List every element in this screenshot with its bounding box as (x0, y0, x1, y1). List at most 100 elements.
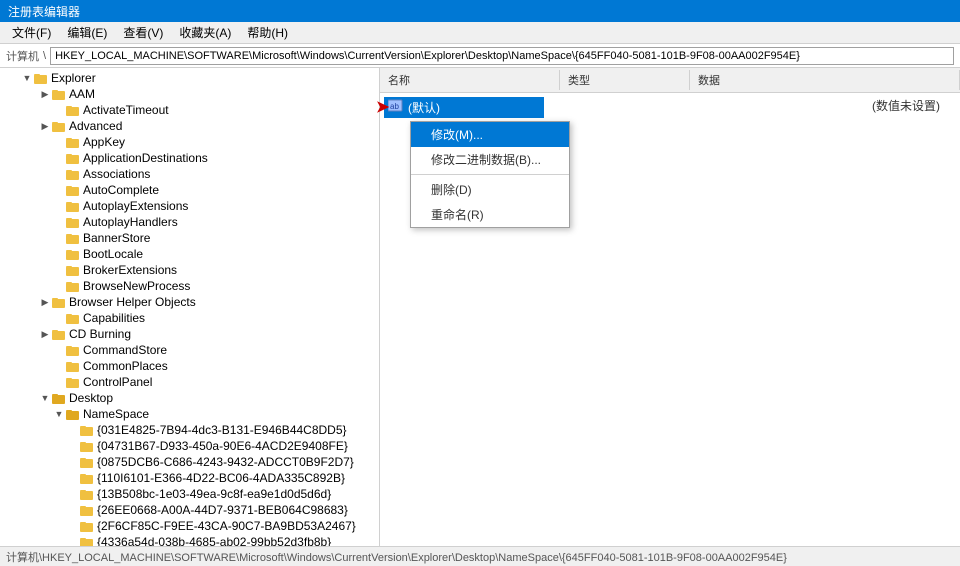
folder-icon-Explorer (34, 72, 48, 84)
tree-item-ns7[interactable]: {2F6CF85C-F9EE-43CA-90C7-BA9BD53A2467} (0, 518, 379, 534)
folder-icon-Capabilities (66, 312, 80, 324)
tree-label-Explorer: Explorer (51, 71, 96, 85)
expand-icon-BrowserHelper[interactable]: ▶ (38, 295, 52, 309)
menu-favorites[interactable]: 收藏夹(A) (171, 22, 239, 43)
tree-item-Capabilities[interactable]: Capabilities (0, 310, 379, 326)
tree-label-ns4: {110I6101-E366-4D22-BC06-4ADA335C892B} (97, 471, 345, 485)
tree-item-BrowseNewProcess[interactable]: BrowseNewProcess (0, 278, 379, 294)
tree-label-CDBurning: CD Burning (69, 327, 131, 341)
tree-item-ns1[interactable]: {031E4825-7B94-4dc3-B131-E946B44C8DD5} (0, 422, 379, 438)
address-label: 计算机 (6, 48, 39, 64)
tree-item-ApplicationDestinations[interactable]: ApplicationDestinations (0, 150, 379, 166)
tree-item-ns2[interactable]: {04731B67-D933-450a-90E6-4ACD2E9408FE} (0, 438, 379, 454)
folder-icon-Assoc (66, 168, 80, 180)
folder-icon-AAM (52, 88, 66, 100)
right-pane: 名称 类型 数据 ➤ ab (默认) (380, 68, 960, 546)
expand-icon-NameSpace[interactable]: ▼ (52, 407, 66, 421)
tree-label-AAM: AAM (69, 87, 95, 101)
title-text: 注册表编辑器 (8, 3, 80, 20)
menu-view[interactable]: 查看(V) (115, 22, 171, 43)
tree-item-AutoplayHandlers[interactable]: AutoplayHandlers (0, 214, 379, 230)
tree-label-Assoc: Associations (83, 167, 150, 181)
tree-item-CommonPlaces[interactable]: CommonPlaces (0, 358, 379, 374)
context-menu-rename[interactable]: 重命名(R) (411, 202, 569, 227)
tree-item-ActivateTimeout[interactable]: ActivateTimeout (0, 102, 379, 118)
tree-label-ns5: {13B508bc-1e03-49ea-9c8f-ea9e1d0d5d6d} (97, 487, 331, 501)
col-header-data: 数据 (690, 70, 960, 90)
folder-icon-ActivateTimeout (66, 104, 80, 116)
tree-label-BrowserHelper: Browser Helper Objects (69, 295, 196, 309)
status-text: 计算机\HKEY_LOCAL_MACHINE\SOFTWARE\Microsof… (6, 549, 787, 565)
tree-item-AAM[interactable]: ▶ AAM (0, 86, 379, 102)
folder-icon-CDBurning (52, 328, 66, 340)
tree-label-ns2: {04731B67-D933-450a-90E6-4ACD2E9408FE} (97, 439, 348, 453)
tree-label-ControlPanel: ControlPanel (83, 375, 152, 389)
tree-item-BrokerExtensions[interactable]: BrokerExtensions (0, 262, 379, 278)
folder-icon-AppKey (66, 136, 80, 148)
context-menu-delete[interactable]: 删除(D) (411, 177, 569, 202)
expand-icon-Advanced[interactable]: ▶ (38, 119, 52, 133)
tree-item-Explorer[interactable]: ▼ Explorer (0, 70, 379, 86)
address-input[interactable] (50, 47, 954, 65)
tree-item-BrowserHelperObjects[interactable]: ▶ Browser Helper Objects (0, 294, 379, 310)
tree-label-BannerStore: BannerStore (83, 231, 150, 245)
col-header-name: 名称 (380, 70, 560, 90)
tree-label-AutoplayExt: AutoplayExtensions (83, 199, 188, 213)
context-menu-separator (411, 174, 569, 175)
tree-label-Advanced: Advanced (69, 119, 122, 133)
tree-label-BrowseNew: BrowseNewProcess (83, 279, 190, 293)
address-bar: 计算机 \ (0, 44, 960, 68)
folder-icon-ns2 (80, 440, 94, 452)
main-content: ▼ Explorer ▶ AAM ActivateTimeout ▶ (0, 68, 960, 546)
expand-icon-AAM[interactable]: ▶ (38, 87, 52, 101)
tree-label-BootLocale: BootLocale (83, 247, 143, 261)
tree-label-AutoComplete: AutoComplete (83, 183, 159, 197)
expand-spacer-ActivateTimeout (52, 103, 66, 117)
context-menu-modify[interactable]: 修改(M)... (411, 122, 569, 147)
folder-icon-Advanced (52, 120, 66, 132)
tree-label-ns1: {031E4825-7B94-4dc3-B131-E946B44C8DD5} (97, 423, 347, 437)
value-data-unset: (数值未设置) (872, 97, 940, 114)
folder-icon-BrokerExt (66, 264, 80, 276)
selected-value-entry[interactable]: ab (默认) (384, 97, 544, 118)
tree-item-AutoplayExtensions[interactable]: AutoplayExtensions (0, 198, 379, 214)
tree-item-AppKey[interactable]: AppKey (0, 134, 379, 150)
tree-pane[interactable]: ▼ Explorer ▶ AAM ActivateTimeout ▶ (0, 68, 380, 546)
tree-label-ns6: {26EE0668-A00A-44D7-9371-BEB064C98683} (97, 503, 348, 517)
tree-item-ns6[interactable]: {26EE0668-A00A-44D7-9371-BEB064C98683} (0, 502, 379, 518)
folder-icon-ns5 (80, 488, 94, 500)
tree-item-ControlPanel[interactable]: ControlPanel (0, 374, 379, 390)
value-name-default: (默认) (408, 99, 440, 116)
folder-icon-AutoplayH (66, 216, 80, 228)
tree-item-NameSpace[interactable]: ▼ NameSpace (0, 406, 379, 422)
tree-item-AutoComplete[interactable]: AutoComplete (0, 182, 379, 198)
tree-item-ns3[interactable]: {0875DCB6-C686-4243-9432-ADCCT0B9F2D7} (0, 454, 379, 470)
tree-item-CDBurning[interactable]: ▶ CD Burning (0, 326, 379, 342)
folder-icon-ns3 (80, 456, 94, 468)
menu-file[interactable]: 文件(F) (4, 22, 59, 43)
expand-icon-Explorer[interactable]: ▼ (20, 71, 34, 85)
expand-icon-Desktop[interactable]: ▼ (38, 391, 52, 405)
tree-item-ns5[interactable]: {13B508bc-1e03-49ea-9c8f-ea9e1d0d5d6d} (0, 486, 379, 502)
tree-item-Advanced[interactable]: ▶ Advanced (0, 118, 379, 134)
tree-label-ns3: {0875DCB6-C686-4243-9432-ADCCT0B9F2D7} (97, 455, 354, 469)
tree-label-AppKey: AppKey (83, 135, 125, 149)
tree-item-BootLocale[interactable]: BootLocale (0, 246, 379, 262)
tree-item-ns8[interactable]: {4336a54d-038b-4685-ab02-99bb52d3fb8b} (0, 534, 379, 546)
tree-item-BannerStore[interactable]: BannerStore (0, 230, 379, 246)
folder-icon-ns1 (80, 424, 94, 436)
tree-item-ns4[interactable]: {110I6101-E366-4D22-BC06-4ADA335C892B} (0, 470, 379, 486)
folder-icon-ControlPanel (66, 376, 80, 388)
folder-icon-ns6 (80, 504, 94, 516)
tree-label-Desktop: Desktop (69, 391, 113, 405)
context-menu: 修改(M)... 修改二进制数据(B)... 删除(D) 重命名(R) (410, 121, 570, 228)
tree-item-Desktop[interactable]: ▼ Desktop (0, 390, 379, 406)
menu-help[interactable]: 帮助(H) (239, 22, 296, 43)
right-content: ➤ ab (默认) 修改(M)... 修改二进制数据(B)... (380, 93, 960, 546)
tree-item-CommandStore[interactable]: CommandStore (0, 342, 379, 358)
menu-edit[interactable]: 编辑(E) (59, 22, 115, 43)
tree-item-Associations[interactable]: Associations (0, 166, 379, 182)
expand-icon-CDBurning[interactable]: ▶ (38, 327, 52, 341)
context-menu-modify-binary[interactable]: 修改二进制数据(B)... (411, 147, 569, 172)
status-bar: 计算机\HKEY_LOCAL_MACHINE\SOFTWARE\Microsof… (0, 546, 960, 566)
